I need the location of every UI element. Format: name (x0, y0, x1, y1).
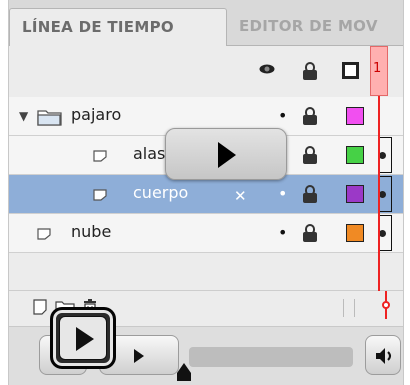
tab-bar: LÍNEA DE TIEMPO EDITOR DE MOV (9, 0, 403, 46)
keyframe-dot (379, 191, 386, 198)
visibility-dot[interactable]: • (278, 184, 287, 203)
keyframe-dot (379, 230, 386, 237)
layer-name: cuerpo (133, 183, 189, 202)
volume-icon (376, 348, 391, 364)
playhead[interactable]: 1 (370, 46, 388, 96)
outline-icon[interactable] (342, 62, 359, 79)
lock-icon[interactable] (302, 224, 318, 242)
lock-icon[interactable] (302, 107, 318, 125)
layer-name: nube (71, 222, 112, 241)
keyframe-dot (379, 152, 386, 159)
playhead-marker-dot (382, 301, 390, 309)
empty-layers-area (9, 253, 403, 291)
layer-icon (93, 150, 107, 162)
progress-knob[interactable] (177, 363, 191, 373)
layer-icon (37, 228, 51, 240)
new-layer-icon[interactable] (33, 299, 47, 315)
volume-button[interactable] (365, 335, 401, 375)
layer-name: pajaro (71, 105, 122, 124)
play-icon (134, 349, 144, 363)
tab-timeline[interactable]: LÍNEA DE TIEMPO (9, 8, 227, 46)
layer-color-swatch[interactable] (346, 146, 364, 164)
layer-color-swatch[interactable] (346, 107, 364, 125)
layer-row[interactable]: nube • (9, 214, 403, 253)
pencil-icon: ✕ (234, 187, 247, 205)
progress-track[interactable] (189, 347, 353, 367)
small-play-overlay[interactable] (50, 307, 116, 369)
folder-icon (37, 110, 62, 126)
visibility-dot[interactable]: • (278, 223, 287, 242)
progress-knob-base (177, 373, 191, 381)
playhead-frame: 1 (373, 61, 382, 76)
play-icon (218, 142, 236, 168)
eye-icon[interactable] (259, 64, 275, 74)
playhead-line (378, 96, 380, 308)
small-play-inner (59, 316, 107, 360)
layer-name: alas (133, 144, 166, 163)
expand-arrow-icon[interactable]: ▼ (19, 109, 28, 123)
layer-color-swatch[interactable] (346, 185, 364, 203)
lock-icon[interactable] (302, 146, 318, 164)
layer-icon (93, 189, 107, 201)
scroll-handle[interactable] (343, 299, 355, 317)
tab-motion-editor[interactable]: EDITOR DE MOV (227, 8, 403, 46)
timeline-panel: LÍNEA DE TIEMPO EDITOR DE MOV 1 ▼ pajaro… (8, 0, 404, 385)
timeline-header (9, 46, 403, 98)
lock-icon[interactable] (302, 185, 318, 203)
play-icon (76, 327, 94, 351)
layer-color-swatch[interactable] (346, 224, 364, 242)
large-play-overlay[interactable] (165, 128, 287, 180)
lock-icon[interactable] (302, 62, 318, 80)
visibility-dot[interactable]: • (278, 106, 287, 125)
layer-row-selected[interactable]: cuerpo ✕ • (9, 175, 403, 214)
